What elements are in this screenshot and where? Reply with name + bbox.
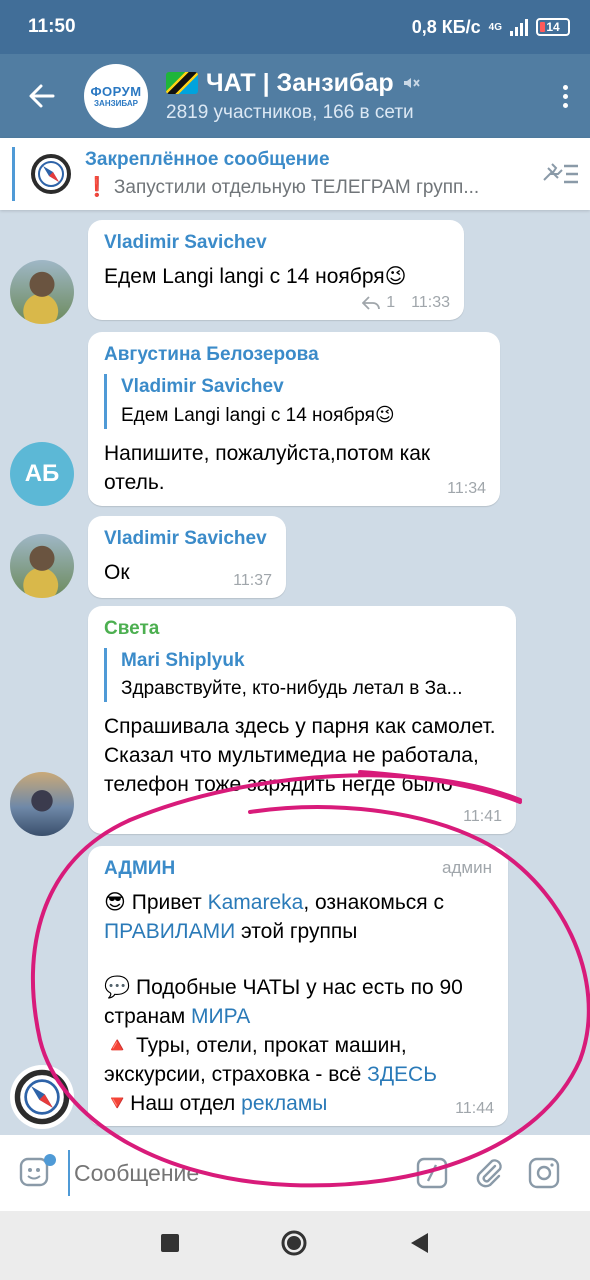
message-meta: 11:34 — [447, 480, 486, 498]
message-bubble[interactable]: Vladimir Savichev Едем Langi langi с 14 … — [88, 220, 464, 320]
pinned-list-button[interactable] — [530, 160, 590, 188]
sender-avatar[interactable] — [10, 260, 74, 324]
network-speed: 0,8 КБ/с — [411, 16, 481, 37]
slash-command-icon — [416, 1157, 448, 1189]
sender-name[interactable]: Августина Белозерова — [104, 344, 484, 366]
home-button[interactable] — [280, 1229, 308, 1262]
message-text: 😎 Привет Kamareka, ознакомься с ПРАВИЛАМ… — [104, 891, 463, 1115]
chat-title: ЧАТ | Занзибар — [206, 68, 394, 97]
status-bar: 11:50 0,8 КБ/с 4G 14 — [0, 0, 590, 54]
pinned-message[interactable]: Закреплённое сообщение ❗ Запустили отдел… — [0, 138, 590, 210]
quote-author: Mari Shiplyuk — [121, 650, 245, 671]
square-icon — [161, 1234, 179, 1252]
camera-button[interactable] — [516, 1156, 572, 1190]
chat-title-area[interactable]: ЧАТ | Занзибар 2819 участников, 166 в се… — [166, 69, 540, 124]
reply-count[interactable]: 1 — [386, 294, 395, 312]
message-text: Напишите, пожалуйста,потом как отель. — [104, 442, 431, 494]
message-meta: 11:44 — [455, 1100, 494, 1118]
here-link[interactable]: ЗДЕСЬ — [367, 1063, 437, 1086]
rules-link[interactable]: ПРАВИЛАМИ — [104, 920, 235, 943]
world-link[interactable]: МИРА — [191, 1005, 250, 1028]
message-meta: 1 11:33 — [362, 294, 450, 312]
chat-header: ФОРУМ ЗАНЗИБАР ЧАТ | Занзибар 2819 участ… — [0, 54, 590, 138]
message-bubble[interactable]: Vladimir Savichev Ок 11:37 — [88, 516, 286, 598]
message-meta: 11:41 — [463, 808, 502, 826]
notification-dot — [44, 1153, 56, 1166]
circle-icon — [281, 1230, 307, 1256]
sender-name[interactable]: АДМИН — [104, 858, 175, 880]
signal-icon — [510, 18, 528, 36]
battery-icon: 14 — [536, 18, 570, 36]
command-button[interactable] — [404, 1156, 460, 1190]
compass-icon — [14, 1069, 70, 1125]
reply-icon — [362, 296, 381, 310]
pinned-text: ❗ Запустили отдельную ТЕЛЕГРАМ групп... — [85, 177, 480, 198]
message-text: Спрашивала здесь у парня как самолет. Ск… — [104, 715, 496, 796]
reply-quote[interactable]: Mari Shiplyuk Здравствуйте, кто-нибудь л… — [104, 648, 500, 702]
triangle-back-icon — [411, 1233, 428, 1253]
back-button[interactable] — [0, 81, 84, 111]
user-mention-link[interactable]: Kamareka — [208, 891, 304, 914]
quote-author: Vladimir Savichev — [121, 376, 284, 397]
message-list[interactable]: Vladimir Savichev Едем Langi langi с 14 … — [0, 210, 590, 1135]
sender-avatar[interactable] — [10, 772, 74, 836]
message-time: 11:34 — [447, 480, 486, 497]
pin-list-icon — [543, 163, 578, 184]
message-time: 11:37 — [233, 572, 272, 589]
admin-badge: админ — [442, 858, 492, 877]
chat-subtitle: 2819 участников, 166 в сети — [166, 101, 414, 123]
message-time: 11:33 — [411, 294, 450, 311]
sender-avatar[interactable]: АБ — [10, 442, 74, 506]
chat-avatar[interactable]: ФОРУМ ЗАНЗИБАР — [84, 64, 148, 128]
muted-icon — [403, 78, 420, 88]
message-input-bar — [0, 1135, 590, 1211]
network-type: 4G — [488, 21, 502, 33]
sender-name[interactable]: Света — [104, 618, 500, 640]
ads-link[interactable]: рекламы — [241, 1092, 327, 1115]
message-meta: 11:37 — [233, 572, 272, 590]
sender-avatar[interactable] — [10, 1065, 74, 1129]
system-nav-bar — [0, 1211, 590, 1280]
back-arrow-icon — [29, 84, 55, 108]
message-time: 11:44 — [455, 1100, 494, 1117]
more-options-button[interactable] — [540, 84, 590, 108]
message-bubble[interactable]: Света Mari Shiplyuk Здравствуйте, кто-ни… — [88, 606, 516, 834]
message-input[interactable] — [68, 1150, 404, 1196]
reply-quote[interactable]: Vladimir Savichev Едем Langi langi с 14 … — [104, 374, 484, 429]
recents-button[interactable] — [160, 1233, 180, 1258]
tanzania-flag-icon — [166, 72, 198, 94]
status-time: 11:50 — [28, 16, 76, 37]
sender-name[interactable]: Vladimir Savichev — [104, 232, 448, 254]
back-nav-button[interactable] — [408, 1231, 430, 1260]
sender-avatar[interactable] — [10, 534, 74, 598]
paperclip-icon — [476, 1159, 502, 1188]
camera-icon — [528, 1157, 560, 1189]
sender-name[interactable]: Vladimir Savichev — [104, 528, 270, 550]
pinned-title: Закреплённое сообщение — [85, 149, 330, 170]
message-text: Едем Langi langi с 14 ноября😉 — [104, 265, 407, 288]
pinned-indicator — [12, 147, 15, 201]
message-time: 11:41 — [463, 808, 502, 825]
message-bubble[interactable]: Августина Белозерова Vladimir Savichev Е… — [88, 332, 500, 506]
message-bubble[interactable]: АДМИН админ 😎 Привет Kamareka, ознакомьс… — [88, 846, 508, 1126]
attach-button[interactable] — [460, 1156, 516, 1190]
emoji-button[interactable] — [18, 1153, 56, 1193]
quote-text: Здравствуйте, кто-нибудь летал в За... — [121, 678, 463, 699]
quote-text: Едем Langi langi с 14 ноября😉 — [121, 405, 395, 426]
compass-icon — [31, 154, 71, 194]
